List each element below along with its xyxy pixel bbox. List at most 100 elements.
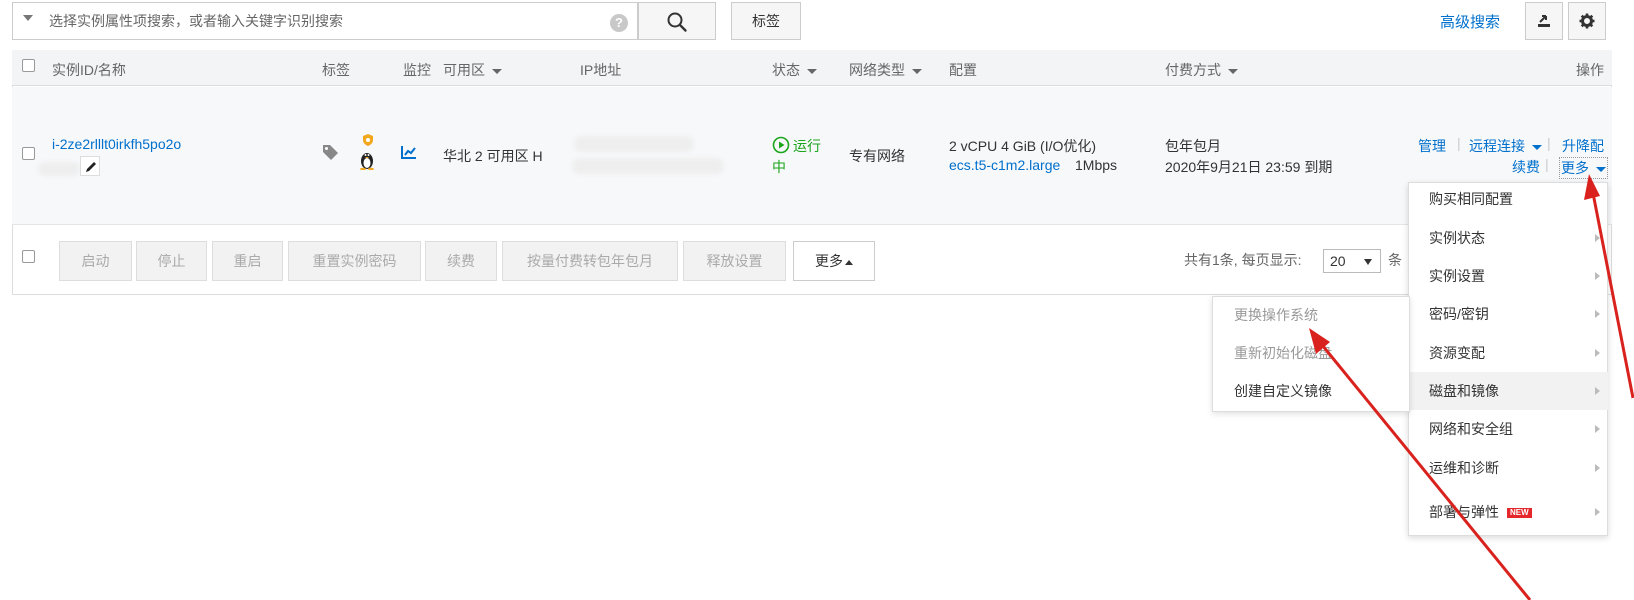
col-billing[interactable]: 付费方式 xyxy=(1165,60,1238,80)
col-zone[interactable]: 可用区 xyxy=(443,60,502,80)
menu-item-label: 密码/密钥 xyxy=(1429,306,1489,322)
network-type-value: 专有网络 xyxy=(849,148,905,164)
status-running-text-2: 中 xyxy=(772,159,786,175)
renew-button[interactable]: 续费 xyxy=(425,241,497,281)
running-play-icon xyxy=(772,136,790,154)
chevron-down-icon xyxy=(807,68,817,74)
menu-item-deploy-elastic[interactable]: 部署与弹性 NEW xyxy=(1408,493,1608,531)
chevron-right-icon xyxy=(1595,349,1600,357)
chevron-right-icon xyxy=(1595,387,1600,395)
page-size-select[interactable]: 20 xyxy=(1323,249,1381,273)
action-divider: | xyxy=(1547,135,1551,151)
export-button[interactable] xyxy=(1525,2,1563,40)
pagination-unit: 条 xyxy=(1388,252,1402,268)
chevron-down-icon xyxy=(1596,166,1606,172)
renew-link[interactable]: 续费 xyxy=(1512,157,1540,177)
menu-item-ops-diagnosis[interactable]: 运维和诊断 xyxy=(1408,449,1608,487)
ip-redacted-2 xyxy=(572,158,724,174)
col-instance: 实例ID/名称 xyxy=(52,62,126,78)
chevron-down-icon xyxy=(1228,68,1238,74)
chevron-right-icon xyxy=(1595,310,1600,318)
menu-item-label: 磁盘和镜像 xyxy=(1429,383,1499,399)
search-bar: ? xyxy=(12,2,638,40)
tag-icon[interactable] xyxy=(322,144,340,160)
chevron-down-icon xyxy=(1364,259,1372,265)
bulk-more-label: 更多 xyxy=(815,253,843,269)
col-billing-label: 付费方式 xyxy=(1165,62,1221,78)
remote-connect-label: 远程连接 xyxy=(1469,138,1525,154)
more-actions-dropdown[interactable]: 更多 xyxy=(1559,157,1608,179)
col-monitor: 监控 xyxy=(403,62,431,78)
advanced-search-link[interactable]: 高级搜索 xyxy=(1440,11,1500,32)
search-button[interactable] xyxy=(638,2,716,40)
page-size-value: 20 xyxy=(1330,253,1346,269)
menu-item-label: 运维和诊断 xyxy=(1429,460,1499,476)
stop-button[interactable]: 停止 xyxy=(136,241,207,281)
search-input[interactable] xyxy=(49,3,589,39)
chevron-right-icon xyxy=(1595,234,1600,242)
chevron-down-icon xyxy=(912,68,922,74)
upgrade-link[interactable]: 升降配 xyxy=(1562,136,1604,156)
submenu-item-reinit-disk[interactable]: 重新初始化磁盘 xyxy=(1212,334,1410,372)
row-checkbox[interactable] xyxy=(22,147,35,160)
chevron-up-icon xyxy=(845,259,853,265)
bulk-more-button[interactable]: 更多 xyxy=(793,241,875,281)
col-ip: IP地址 xyxy=(580,62,622,78)
chevron-down-icon xyxy=(492,68,502,74)
col-tags: 标签 xyxy=(322,62,350,78)
tag-button[interactable]: 标签 xyxy=(731,2,801,40)
billing-expiry: 2020年9月21日 23:59 到期 xyxy=(1165,159,1333,175)
menu-item-network-security[interactable]: 网络和安全组 xyxy=(1408,410,1608,448)
billing-type: 包年包月 xyxy=(1165,138,1221,154)
search-filter-dropdown-icon[interactable] xyxy=(23,15,33,21)
action-divider: | xyxy=(1457,135,1461,151)
settings-button[interactable] xyxy=(1568,2,1606,40)
bandwidth-value: 1Mbps xyxy=(1075,157,1118,173)
convert-billing-button[interactable]: 按量付费转包年包月 xyxy=(502,241,678,281)
menu-item-instance-status[interactable]: 实例状态 xyxy=(1408,219,1608,257)
zone-value: 华北 2 可用区 H xyxy=(443,148,543,164)
chevron-right-icon xyxy=(1595,272,1600,280)
export-icon xyxy=(1538,15,1550,27)
manage-link[interactable]: 管理 xyxy=(1418,136,1446,156)
chevron-right-icon xyxy=(1595,425,1600,433)
menu-item-instance-settings[interactable]: 实例设置 xyxy=(1408,257,1608,295)
search-icon xyxy=(667,12,687,32)
instance-id-link[interactable]: i-2ze2rlllt0irkfh5po2o xyxy=(52,136,181,152)
menu-item-label: 资源变配 xyxy=(1429,345,1485,361)
chevron-right-icon xyxy=(1595,508,1600,516)
restart-button[interactable]: 重启 xyxy=(212,241,283,281)
table-row xyxy=(12,87,1612,225)
col-network-label: 网络类型 xyxy=(849,62,905,78)
bulk-select-checkbox[interactable] xyxy=(22,250,35,263)
action-divider: | xyxy=(1545,156,1549,172)
remote-connect-link[interactable]: 远程连接 xyxy=(1469,136,1542,156)
edit-name-button[interactable] xyxy=(80,156,100,176)
start-button[interactable]: 启动 xyxy=(59,241,132,281)
instance-type-link[interactable]: ecs.t5-c1m2.large xyxy=(949,157,1060,173)
linux-icon xyxy=(360,153,374,170)
help-icon[interactable]: ? xyxy=(610,14,628,32)
col-config: 配置 xyxy=(949,62,977,78)
menu-item-password-key[interactable]: 密码/密钥 xyxy=(1408,295,1608,333)
pencil-icon xyxy=(86,162,96,172)
col-network[interactable]: 网络类型 xyxy=(849,60,922,80)
config-spec: 2 vCPU 4 GiB (I/O优化) xyxy=(949,138,1097,154)
col-zone-label: 可用区 xyxy=(443,62,485,78)
submenu-item-replace-os[interactable]: 更换操作系统 xyxy=(1212,296,1410,334)
menu-item-label: 实例设置 xyxy=(1429,268,1485,284)
menu-item-disk-image[interactable]: 磁盘和镜像 xyxy=(1408,372,1608,410)
release-settings-button[interactable]: 释放设置 xyxy=(683,241,786,281)
submenu-item-create-image[interactable]: 创建自定义镜像 xyxy=(1212,372,1410,410)
security-shield-icon xyxy=(363,134,373,146)
reset-password-button[interactable]: 重置实例密码 xyxy=(288,241,421,281)
menu-item-label: 网络和安全组 xyxy=(1429,421,1513,437)
col-status-label: 状态 xyxy=(772,62,800,78)
col-status[interactable]: 状态 xyxy=(772,60,817,80)
ip-redacted-1 xyxy=(574,136,694,152)
menu-item-resource-change[interactable]: 资源变配 xyxy=(1408,334,1608,372)
select-all-checkbox[interactable] xyxy=(22,59,35,72)
gear-icon xyxy=(1579,13,1595,29)
menu-item-buy-same[interactable]: 购买相同配置 xyxy=(1408,180,1608,218)
monitor-chart-icon[interactable] xyxy=(401,145,417,159)
